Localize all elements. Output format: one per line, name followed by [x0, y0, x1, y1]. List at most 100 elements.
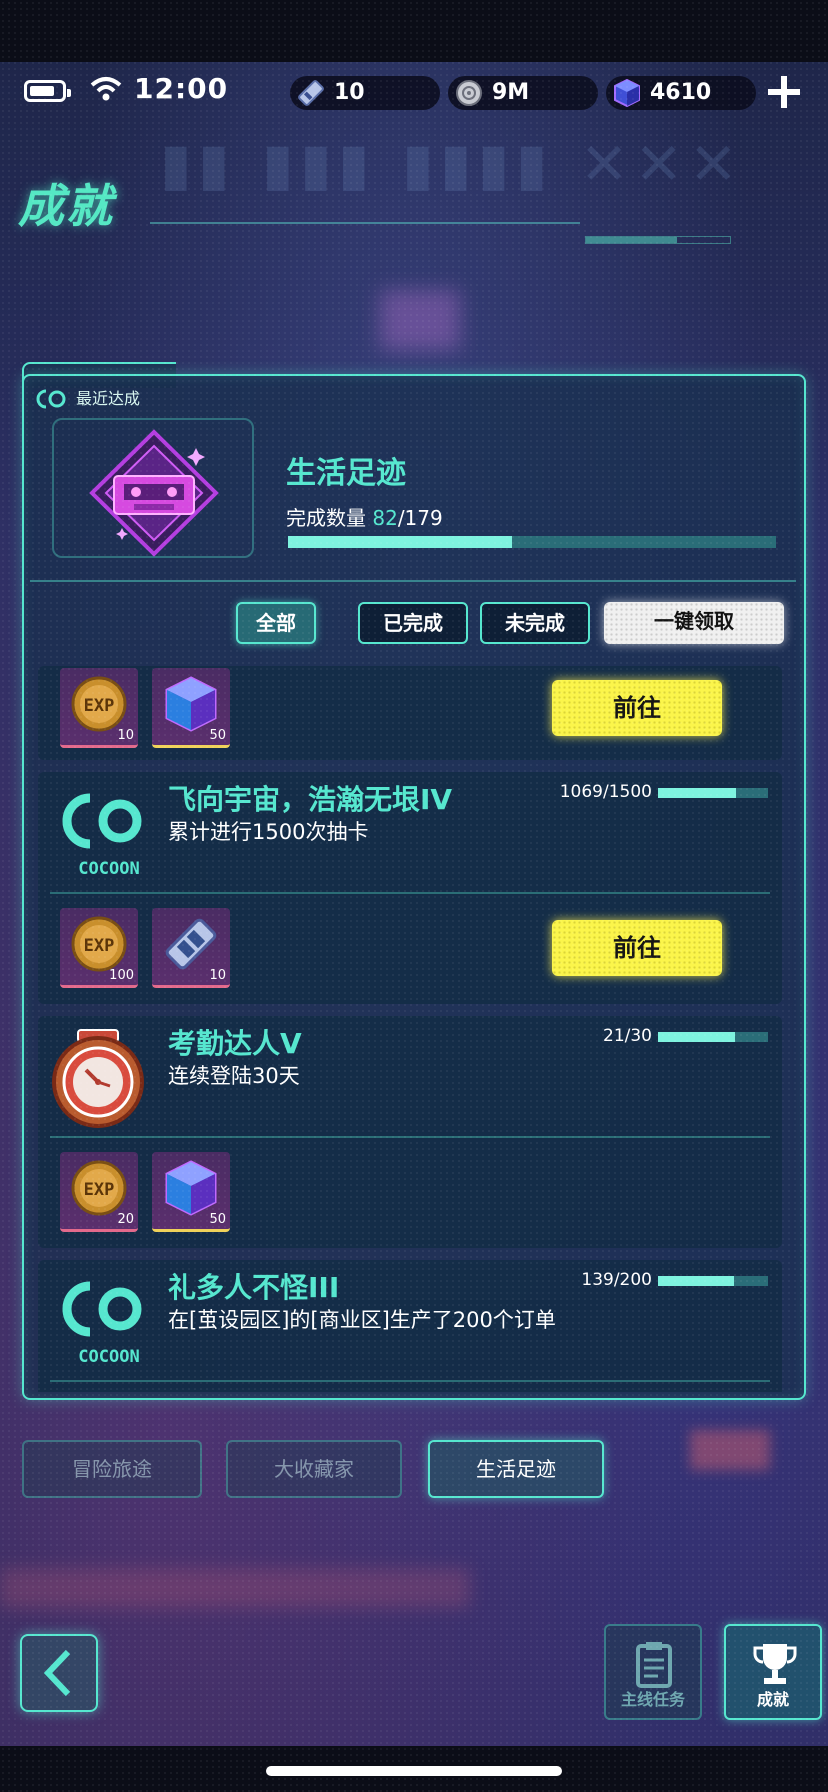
recent-header-label: 最近达成	[76, 389, 141, 408]
cocoon-logo-text: COCOON	[78, 1347, 139, 1367]
list-item: EXP 10 50 前往	[38, 666, 782, 760]
ticket-count: 10	[334, 80, 365, 105]
reward-qty: 50	[209, 1212, 226, 1227]
count-total: /179	[397, 506, 443, 530]
back-button[interactable]	[20, 1634, 98, 1712]
reward-qty: 10	[117, 728, 134, 743]
chevron-left-icon	[43, 1649, 71, 1697]
filter-undone-button[interactable]: 未完成	[480, 602, 590, 644]
count-done: 82	[372, 506, 398, 530]
cocoon-logo-text: COCOON	[78, 859, 139, 879]
count-label: 完成数量	[286, 506, 366, 530]
clipboard-icon	[636, 1642, 672, 1688]
claim-all-button[interactable]: 一键领取	[604, 602, 784, 644]
filter-done-button[interactable]: 已完成	[358, 602, 468, 644]
exp-coin-icon: EXP	[71, 1160, 127, 1216]
background-decoration: ▮▮ ▮▮▮ ▮▮▮▮ ✕✕✕	[160, 130, 744, 198]
home-indicator[interactable]	[266, 1766, 562, 1776]
filter-all-button[interactable]: 全部	[236, 602, 316, 644]
cassette-badge-icon	[89, 429, 219, 557]
item-desc: 累计进行1500次抽卡	[168, 820, 369, 844]
category-life[interactable]: 生活足迹	[428, 1440, 604, 1498]
achievement-nav-label: 成就	[756, 1690, 789, 1709]
deco-progress	[585, 236, 731, 244]
gem-cube-icon	[165, 676, 217, 732]
item-progress-bar	[658, 1032, 768, 1042]
svg-text:EXP: EXP	[84, 1180, 115, 1200]
background-glow	[0, 1568, 470, 1608]
item-progress-text: 1069/1500	[559, 782, 652, 802]
ticket-counter[interactable]: 10	[290, 76, 440, 110]
gem-counter[interactable]: 4610	[606, 76, 756, 110]
reward-ticket: 10	[152, 908, 230, 988]
page-title: 成就	[18, 179, 114, 233]
reward-gem: 50	[152, 1152, 230, 1232]
battery-icon	[24, 80, 71, 102]
item-progress-fill	[658, 1032, 735, 1042]
recent-progress-fill	[288, 536, 512, 548]
item-progress-fill	[658, 1276, 735, 1286]
achievement-list[interactable]: EXP 10 50 前往 COCOON 飞向宇宙，浩瀚无垠IV 累计进行1500…	[38, 666, 782, 1392]
reward-qty: 20	[117, 1212, 134, 1227]
reward-qty: 100	[109, 968, 134, 983]
add-icon[interactable]	[766, 74, 802, 110]
header-divider	[150, 222, 580, 224]
wifi-icon	[90, 77, 122, 101]
item-progress-text: 139/200	[581, 1270, 652, 1290]
go-button[interactable]: 前往	[552, 680, 722, 736]
reward-exp: EXP 20	[60, 1152, 138, 1232]
trophy-icon	[753, 1644, 797, 1684]
main-task-button[interactable]: 主线任务	[604, 1624, 702, 1720]
list-item: COCOON 飞向宇宙，浩瀚无垠IV 累计进行1500次抽卡 1069/1500…	[38, 772, 782, 1004]
recent-achievement-name: 生活足迹	[286, 456, 406, 491]
recent-header: 最近达成	[36, 384, 140, 414]
gem-cube-icon	[165, 1160, 217, 1216]
item-title: 飞向宇宙，浩瀚无垠IV	[168, 783, 453, 816]
recent-progress-bar	[288, 536, 776, 548]
reward-gem: 50	[152, 668, 230, 748]
gem-cube-icon	[614, 78, 640, 108]
main-task-label: 主线任务	[620, 1690, 685, 1709]
cocoon-logo-icon	[36, 389, 66, 409]
alarm-clock-icon	[52, 1029, 144, 1128]
item-desc: 在[茧设园区]的[商业区]生产了200个订单	[168, 1308, 556, 1332]
coin-counter[interactable]: 9M	[448, 76, 598, 110]
item-progress-text: 21/30	[603, 1026, 652, 1046]
list-item: COCOON 礼多人不怪III 在[茧设园区]的[商业区]生产了200个订单 1…	[38, 1260, 782, 1392]
background-glow	[380, 290, 460, 350]
category-adventure[interactable]: 冒险旅途	[22, 1440, 202, 1498]
item-progress-fill	[658, 788, 737, 798]
reward-exp: EXP 100	[60, 908, 138, 988]
background-glow	[690, 1430, 770, 1470]
exp-coin-icon: EXP	[71, 676, 127, 732]
recent-count: 完成数量 82/179	[286, 502, 443, 531]
item-desc: 连续登陆30天	[168, 1064, 300, 1088]
category-collector[interactable]: 大收藏家	[226, 1440, 402, 1498]
gem-count: 4610	[650, 80, 712, 105]
panel-divider	[30, 580, 796, 582]
go-button[interactable]: 前往	[552, 920, 722, 976]
svg-text:EXP: EXP	[84, 936, 115, 956]
item-progress-bar	[658, 1276, 768, 1286]
reward-qty: 10	[209, 968, 226, 983]
cocoon-logo-icon: COCOON	[62, 793, 142, 879]
top-bezel	[0, 0, 828, 62]
coin-disc-icon	[456, 80, 482, 106]
item-divider	[50, 892, 770, 894]
item-divider	[50, 1380, 770, 1382]
home-indicator-bar	[0, 1746, 828, 1792]
achievement-screen: { "status": {"time": "12:00"}, "resource…	[0, 0, 828, 1792]
item-divider	[50, 1136, 770, 1138]
status-time: 12:00	[134, 72, 229, 105]
achievement-nav-button[interactable]: 成就	[724, 1624, 822, 1720]
reward-qty: 50	[209, 728, 226, 743]
item-title: 礼多人不怪III	[168, 1271, 340, 1304]
ticket-icon	[165, 918, 217, 970]
item-title: 考勤达人V	[168, 1027, 302, 1060]
list-item: 考勤达人V 连续登陆30天 21/30 EXP 20 50	[38, 1016, 782, 1248]
exp-coin-icon: EXP	[71, 916, 127, 972]
cocoon-logo-icon: COCOON	[62, 1281, 142, 1367]
item-progress-bar	[658, 788, 768, 798]
ticket-icon	[298, 80, 324, 106]
coin-count: 9M	[492, 80, 530, 105]
